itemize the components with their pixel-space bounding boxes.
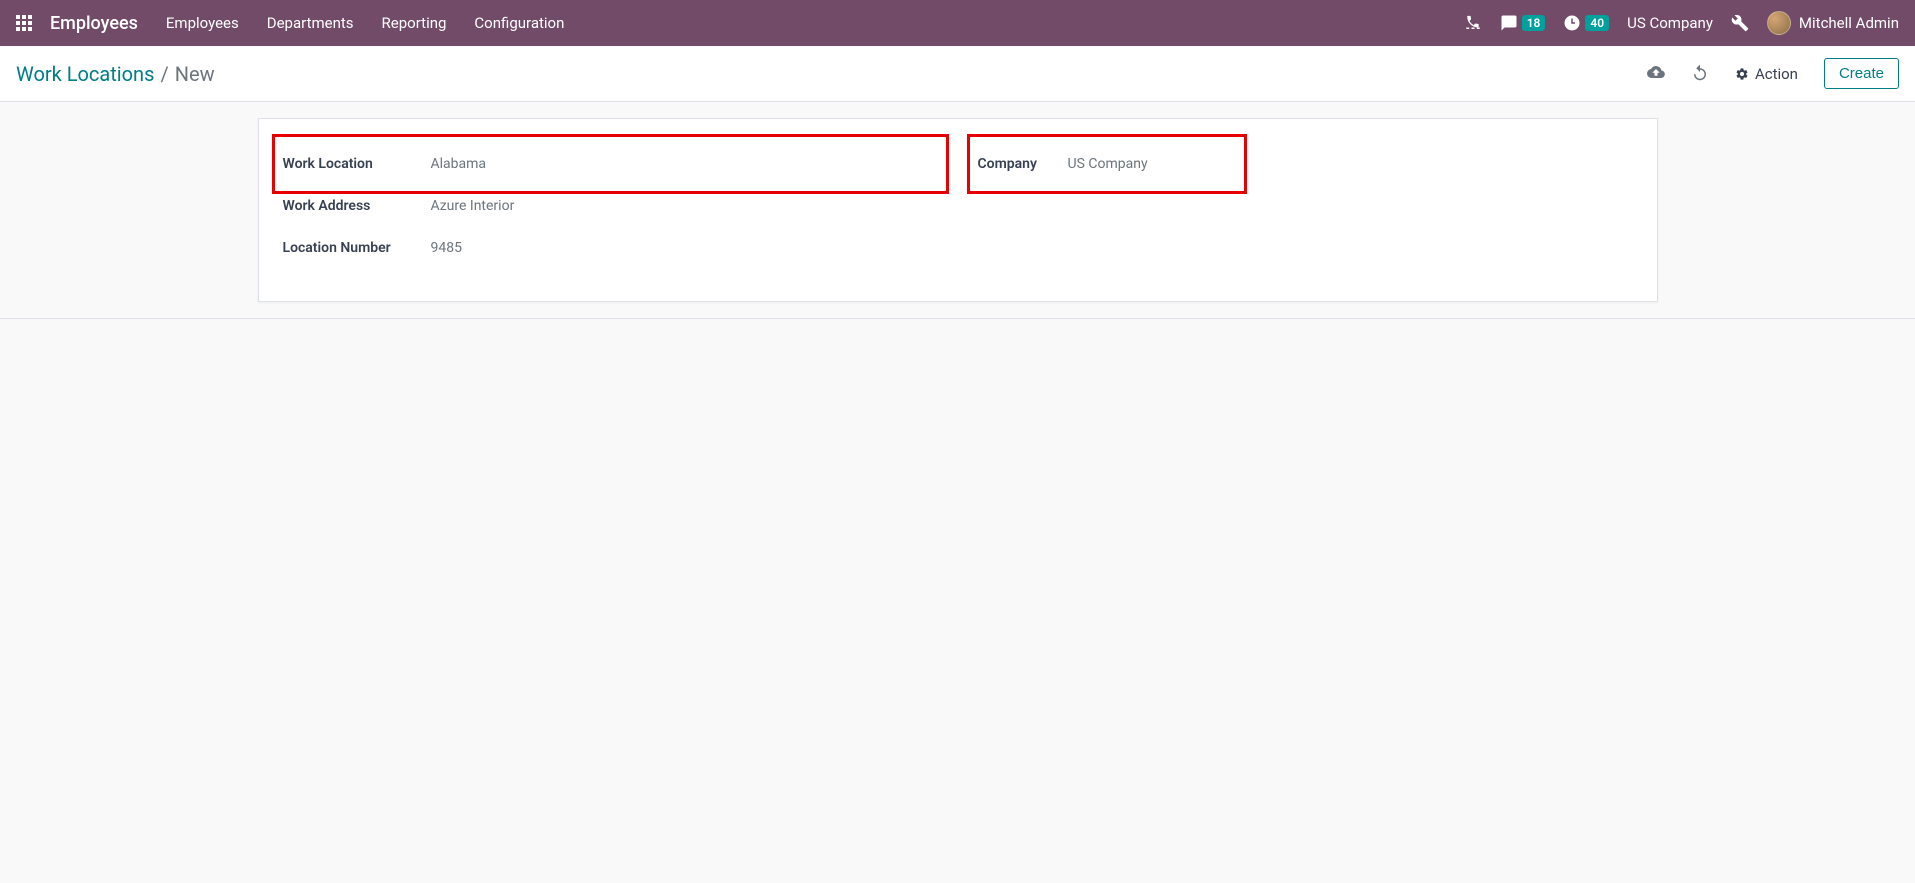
breadcrumb-separator: / <box>160 62 168 86</box>
label-location-number: Location Number <box>283 240 431 256</box>
gear-icon <box>1735 67 1749 81</box>
company-switcher[interactable]: US Company <box>1627 14 1713 32</box>
action-button[interactable]: Action <box>1735 65 1798 83</box>
row-work-address: Work Address Azure Interior <box>283 185 938 227</box>
value-location-number[interactable]: 9485 <box>431 240 462 256</box>
label-work-address: Work Address <box>283 198 431 214</box>
nav-link-employees[interactable]: Employees <box>166 14 239 32</box>
nav-link-reporting[interactable]: Reporting <box>382 14 447 32</box>
form-col-right: Company US Company <box>978 143 1633 269</box>
debug-icon[interactable] <box>1731 14 1749 32</box>
discard-icon[interactable] <box>1691 63 1709 85</box>
user-menu[interactable]: Mitchell Admin <box>1767 11 1899 35</box>
content-area: Work Location Alabama Work Address Azure… <box>0 102 1915 319</box>
apps-menu-icon[interactable] <box>16 15 32 31</box>
cloud-save-icon[interactable] <box>1647 63 1665 85</box>
messages-badge: 18 <box>1522 15 1546 31</box>
row-company: Company US Company <box>978 143 1236 185</box>
nav-link-departments[interactable]: Departments <box>267 14 354 32</box>
label-company: Company <box>978 156 1068 172</box>
breadcrumb-current: New <box>175 62 215 86</box>
app-title[interactable]: Employees <box>50 13 138 34</box>
voip-icon[interactable] <box>1464 14 1482 32</box>
top-navigation: Employees Employees Departments Reportin… <box>0 0 1915 46</box>
form-col-left: Work Location Alabama Work Address Azure… <box>283 143 938 269</box>
label-work-location: Work Location <box>283 156 431 172</box>
row-location-number: Location Number 9485 <box>283 227 938 269</box>
value-work-address[interactable]: Azure Interior <box>431 198 515 214</box>
control-right: Action Create <box>1647 58 1899 89</box>
nav-link-configuration[interactable]: Configuration <box>474 14 564 32</box>
control-bar: Work Locations / New Action Create <box>0 46 1915 102</box>
form-sheet: Work Location Alabama Work Address Azure… <box>258 118 1658 302</box>
create-button[interactable]: Create <box>1824 58 1899 89</box>
activities-icon[interactable]: 40 <box>1563 14 1609 32</box>
nav-right: 18 40 US Company Mitchell Admin <box>1464 11 1899 35</box>
nav-links: Employees Departments Reporting Configur… <box>166 14 564 32</box>
value-work-location[interactable]: Alabama <box>431 156 487 172</box>
breadcrumb: Work Locations / New <box>16 62 215 86</box>
row-work-location: Work Location Alabama <box>283 143 938 185</box>
user-name: Mitchell Admin <box>1799 14 1899 32</box>
avatar <box>1767 11 1791 35</box>
value-company[interactable]: US Company <box>1068 156 1148 172</box>
messages-icon[interactable]: 18 <box>1500 14 1546 32</box>
activities-badge: 40 <box>1585 15 1609 31</box>
highlight-company: Company US Company <box>967 134 1247 194</box>
breadcrumb-root[interactable]: Work Locations <box>16 62 154 86</box>
action-label: Action <box>1755 65 1798 83</box>
